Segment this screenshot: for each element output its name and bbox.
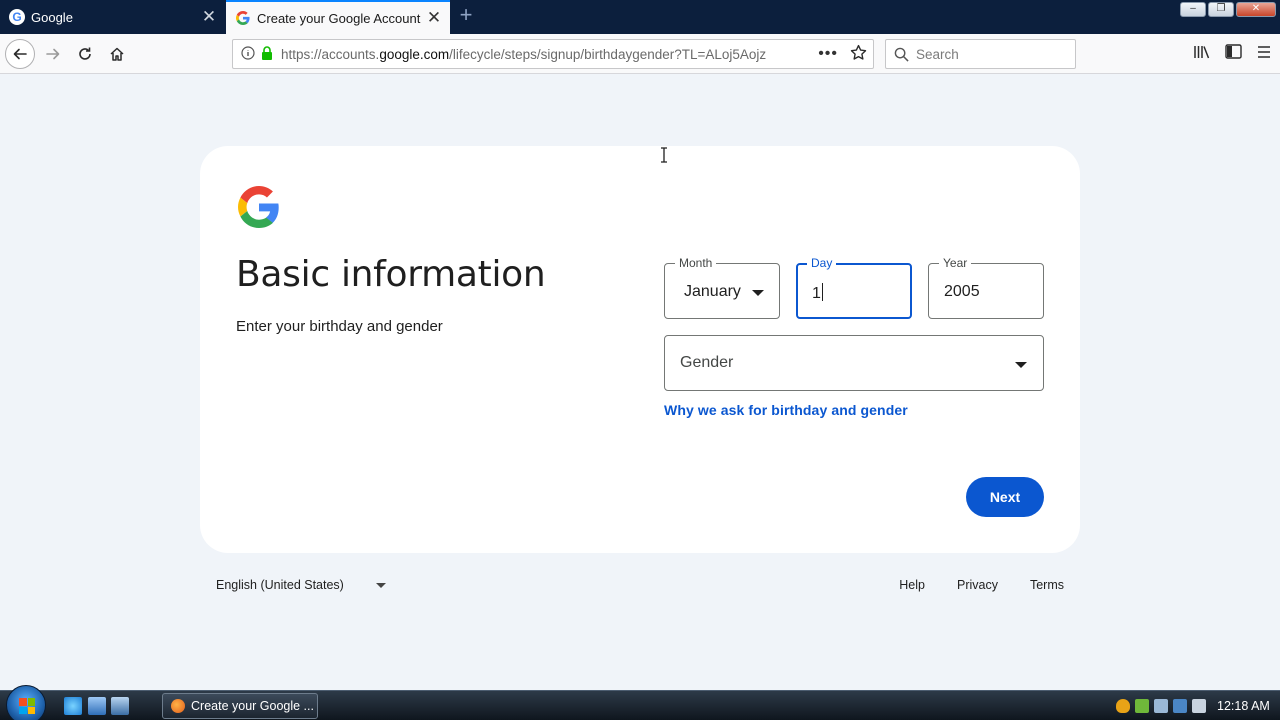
terms-link[interactable]: Terms — [1030, 578, 1064, 592]
bookmark-star-icon[interactable] — [850, 44, 867, 64]
year-input[interactable]: Year 2005 — [928, 255, 1044, 319]
help-link[interactable]: Help — [899, 578, 925, 592]
google-logo — [238, 186, 280, 228]
tab-create-account[interactable]: Create your Google Account ✕ — [226, 0, 450, 34]
window-close-icon[interactable]: ✕ — [1236, 2, 1276, 17]
search-placeholder: Search — [916, 46, 959, 62]
lock-icon — [261, 45, 273, 63]
taskbar-window-firefox[interactable]: Create your Google ... — [162, 693, 318, 719]
windows-logo-icon — [19, 698, 35, 714]
year-label: Year — [939, 255, 972, 271]
minimize-icon[interactable]: – — [1180, 2, 1206, 17]
home-icon[interactable] — [102, 39, 132, 69]
page-actions-icon[interactable]: ••• — [818, 45, 838, 63]
library-icon[interactable] — [1193, 44, 1211, 65]
dropdown-arrow-icon — [1015, 362, 1027, 368]
clock: 12:18 AM — [1217, 699, 1270, 713]
google-favicon-icon: G — [9, 9, 25, 25]
privacy-link[interactable]: Privacy — [957, 578, 998, 592]
page-title: Basic information — [236, 254, 546, 295]
close-tab-icon[interactable]: ✕ — [424, 8, 444, 28]
forward-icon[interactable] — [38, 39, 68, 69]
url-text[interactable]: https://accounts.google.com/lifecycle/st… — [281, 47, 811, 62]
firefox-icon — [171, 699, 185, 713]
network-icon[interactable] — [1173, 699, 1187, 713]
dropdown-arrow-icon — [375, 582, 386, 588]
show-desktop-icon[interactable] — [88, 697, 106, 715]
gender-select[interactable]: Gender — [664, 335, 1044, 391]
tab-google[interactable]: G Google ✕ — [0, 0, 225, 34]
search-icon — [894, 47, 909, 62]
shield-icon[interactable] — [1116, 699, 1130, 713]
dropdown-arrow-icon — [752, 290, 764, 296]
tab-title: Create your Google Account — [257, 10, 421, 26]
back-icon[interactable] — [5, 39, 35, 69]
internet-explorer-icon[interactable] — [64, 697, 82, 715]
google-favicon-icon — [235, 10, 251, 26]
start-button[interactable] — [6, 685, 46, 720]
gender-placeholder: Gender — [680, 354, 734, 371]
month-label: Month — [675, 255, 717, 271]
tab-strip: G Google ✕ Create your Google Account ✕ … — [0, 0, 1280, 34]
signup-card: Basic information Enter your birthday an… — [200, 146, 1080, 553]
taskbar-window-label: Create your Google ... — [191, 699, 314, 713]
volume-muted-icon[interactable] — [1192, 699, 1206, 713]
menu-hamburger-icon[interactable] — [1256, 45, 1272, 64]
month-value: January — [684, 283, 741, 300]
switch-windows-icon[interactable] — [111, 697, 129, 715]
day-input[interactable]: Day 1 — [796, 255, 912, 319]
system-tray: 12:18 AM — [1110, 691, 1280, 720]
page-subtitle: Enter your birthday and gender — [236, 318, 443, 335]
checkmark-icon[interactable] — [1135, 699, 1149, 713]
next-button[interactable]: Next — [966, 477, 1044, 517]
search-bar[interactable]: Search — [885, 39, 1076, 69]
new-tab-icon[interactable]: + — [455, 4, 477, 28]
app-tray-icon[interactable] — [1154, 699, 1168, 713]
language-label: English (United States) — [216, 578, 344, 592]
reload-icon[interactable] — [70, 39, 100, 69]
language-selector[interactable]: English (United States) — [216, 578, 386, 592]
info-icon[interactable] — [241, 45, 255, 63]
why-birthday-gender-link[interactable]: Why we ask for birthday and gender — [664, 402, 908, 418]
close-tab-icon[interactable]: ✕ — [199, 7, 219, 27]
ibeam-cursor-icon — [658, 147, 670, 163]
taskbar: Create your Google ... 12:18 AM — [0, 685, 1280, 720]
navigation-toolbar: https://accounts.google.com/lifecycle/st… — [0, 34, 1280, 74]
year-value: 2005 — [944, 283, 980, 300]
month-select[interactable]: Month January — [664, 255, 780, 319]
text-caret — [821, 283, 823, 301]
sidebar-icon[interactable] — [1225, 44, 1242, 64]
window-controls: – ❐ ✕ — [1180, 2, 1276, 17]
address-bar[interactable]: https://accounts.google.com/lifecycle/st… — [232, 39, 874, 69]
day-label: Day — [807, 255, 837, 271]
footer-links: Help Privacy Terms — [899, 578, 1064, 592]
tab-title: Google — [31, 9, 73, 25]
restore-icon[interactable]: ❐ — [1208, 2, 1234, 17]
day-value: 1 — [812, 285, 821, 302]
